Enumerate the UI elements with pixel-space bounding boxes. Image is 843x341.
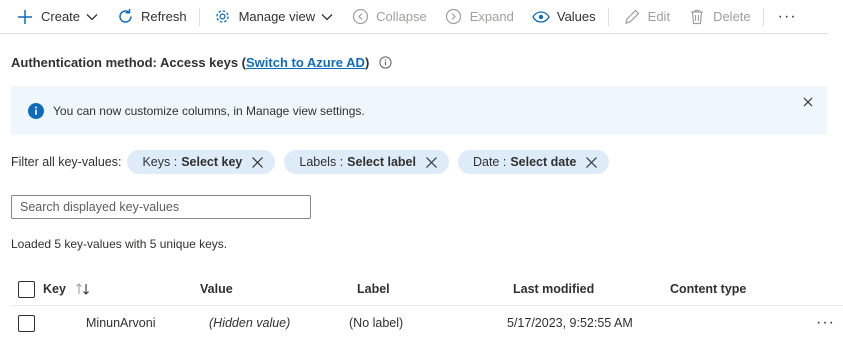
refresh-button[interactable]: Refresh xyxy=(106,0,195,34)
delete-button[interactable]: Delete xyxy=(678,0,759,34)
key-values-table: Key Value Label Last modified Content ty… xyxy=(11,272,843,340)
toolbar-divider xyxy=(198,7,200,26)
expand-label: Expand xyxy=(469,9,514,24)
column-value: Value xyxy=(200,282,233,296)
values-label: Values xyxy=(556,9,596,24)
column-content-type: Content type xyxy=(670,282,747,296)
pencil-icon xyxy=(623,8,641,26)
table-row[interactable]: MinunArvoni (Hidden value) (No label) 5/… xyxy=(11,306,843,340)
refresh-icon xyxy=(116,8,134,26)
close-icon[interactable] xyxy=(425,156,438,169)
pill-value: Select key xyxy=(181,155,243,169)
filter-bar: Filter all key-values: Keys : Select key… xyxy=(11,150,618,174)
filter-label: Filter all key-values: xyxy=(11,155,122,169)
auth-method-line: Authentication method: Access keys ( Swi… xyxy=(11,55,392,70)
pill-value: Select date xyxy=(510,155,577,169)
row-label: (No label) xyxy=(349,316,404,330)
column-key[interactable]: Key xyxy=(43,272,91,306)
select-all-checkbox[interactable] xyxy=(18,280,35,298)
chevron-down-icon xyxy=(86,13,98,21)
column-last-modified: Last modified xyxy=(513,282,595,296)
select-all-cell xyxy=(18,272,35,306)
gear-icon xyxy=(214,8,232,26)
column-label: Label xyxy=(357,282,390,296)
more-actions-button[interactable]: ··· xyxy=(768,8,807,26)
edit-label: Edit xyxy=(647,9,671,24)
row-select-cell xyxy=(18,306,35,340)
pill-name: Keys xyxy=(142,155,171,169)
labels-filter-pill[interactable]: Labels : Select label xyxy=(284,150,449,174)
refresh-label: Refresh xyxy=(141,9,187,24)
pill-name: Date xyxy=(472,155,500,169)
switch-to-azure-ad-link[interactable]: Switch to Azure AD xyxy=(246,55,365,70)
close-icon[interactable] xyxy=(251,156,264,169)
collapse-label: Collapse xyxy=(376,9,427,24)
row-more-button[interactable]: ··· xyxy=(816,306,835,340)
toolbar-divider xyxy=(762,7,764,26)
close-icon[interactable] xyxy=(585,156,598,169)
values-button[interactable]: Values xyxy=(522,0,604,34)
collapse-button[interactable]: Collapse xyxy=(341,0,435,34)
loaded-status: Loaded 5 key-values with 5 unique keys. xyxy=(11,237,228,251)
info-filled-icon xyxy=(28,102,44,119)
toolbar-divider xyxy=(607,7,609,26)
auth-method-label: Authentication method: Access keys ( xyxy=(11,55,247,70)
row-value: (Hidden value) xyxy=(209,316,291,330)
eye-icon xyxy=(532,8,550,26)
pill-name: Labels xyxy=(299,155,337,169)
row-key: MinunArvoni xyxy=(86,316,156,330)
search-input[interactable] xyxy=(11,195,311,219)
edit-button[interactable]: Edit xyxy=(613,0,678,34)
keys-filter-pill[interactable]: Keys : Select key xyxy=(127,150,276,174)
close-icon[interactable] xyxy=(802,96,814,108)
table-header: Key Value Label Last modified Content ty… xyxy=(11,272,843,306)
chevron-right-circle-icon xyxy=(445,8,463,26)
date-filter-pill[interactable]: Date : Select date xyxy=(457,150,610,174)
command-bar: Create Refresh Manage view Collapse Expa… xyxy=(0,0,828,34)
banner-message: You can now customize columns, in Manage… xyxy=(53,103,365,118)
plus-icon xyxy=(16,8,34,26)
expand-button[interactable]: Expand xyxy=(435,0,522,34)
row-checkbox[interactable] xyxy=(18,314,35,332)
delete-label: Delete xyxy=(713,9,751,24)
row-last-modified: 5/17/2023, 9:52:55 AM xyxy=(507,316,633,330)
info-icon[interactable] xyxy=(379,56,392,69)
sort-icon[interactable] xyxy=(75,283,91,295)
chevron-down-icon xyxy=(321,13,333,21)
column-key-label: Key xyxy=(43,282,66,296)
pill-value: Select label xyxy=(347,155,416,169)
auth-method-suffix: ) xyxy=(364,55,370,70)
info-banner: You can now customize columns, in Manage… xyxy=(11,86,827,135)
trash-icon xyxy=(688,8,706,26)
create-button[interactable]: Create xyxy=(0,0,106,34)
manage-view-button[interactable]: Manage view xyxy=(204,0,342,34)
manage-view-label: Manage view xyxy=(238,9,316,24)
create-label: Create xyxy=(41,9,81,24)
chevron-left-circle-icon xyxy=(351,8,369,26)
